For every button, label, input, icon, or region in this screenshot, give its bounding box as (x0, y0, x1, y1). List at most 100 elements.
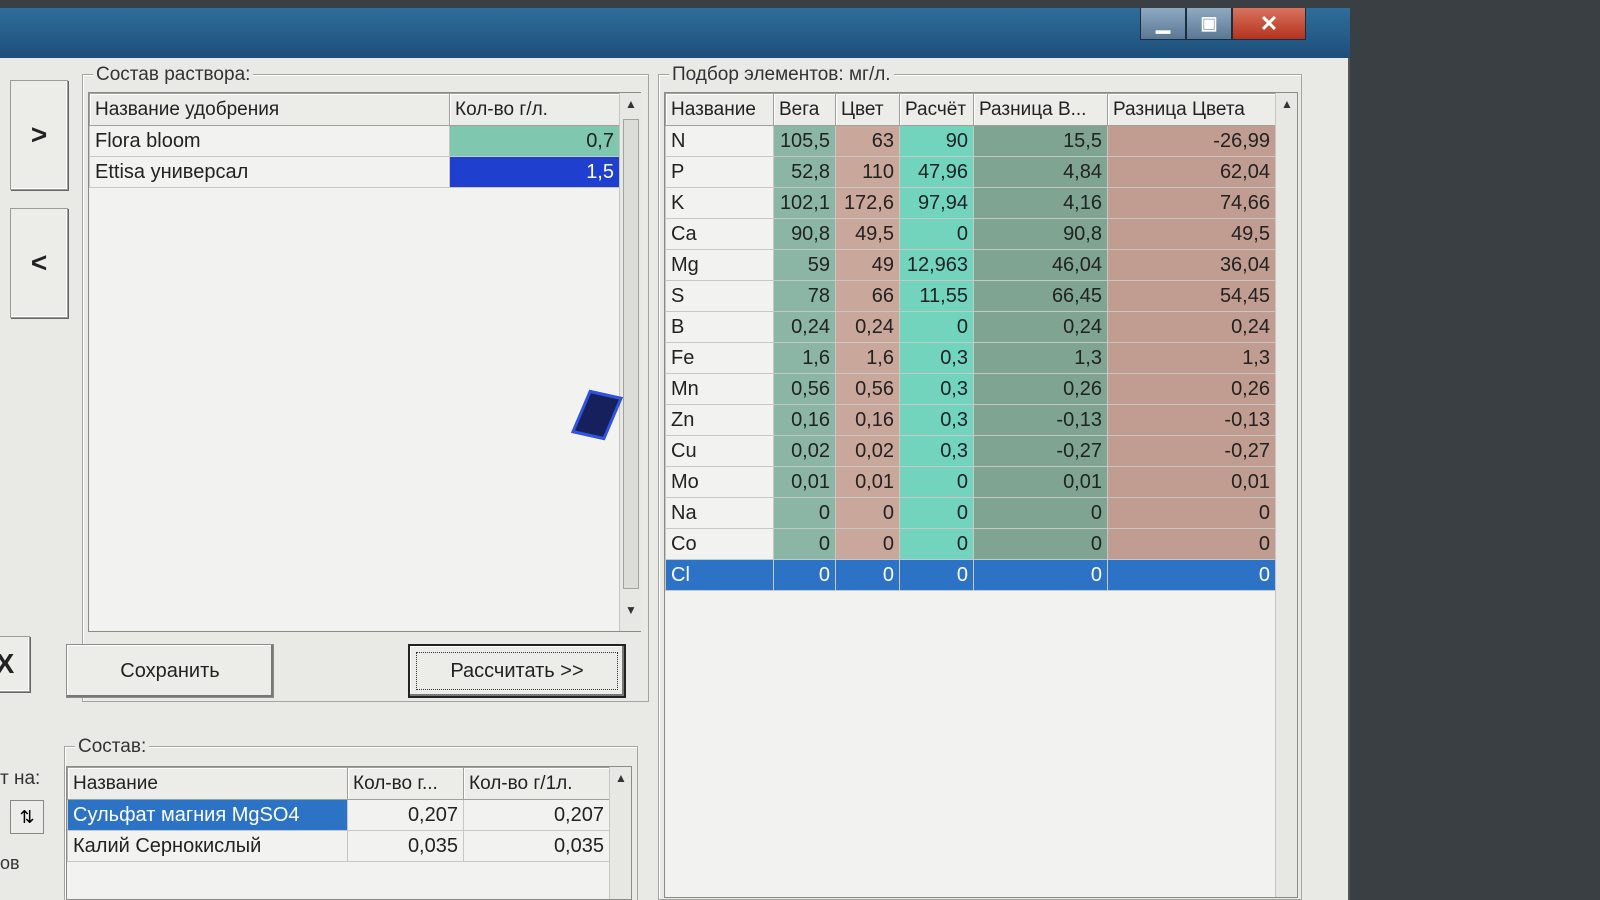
element-name: Ca (665, 218, 774, 250)
vega-value: 0,24 (773, 311, 836, 343)
color-value: 0,02 (835, 435, 900, 467)
table-row[interactable]: Ca 90,8 49,5 0 90,8 49,5 (665, 218, 1276, 250)
vega-value: 90,8 (773, 218, 836, 250)
fertilizer-qty[interactable]: 0,7 (449, 125, 620, 157)
table-row[interactable]: Сульфат магния MgSO4 0,207 0,207 (67, 799, 610, 831)
color-value: 49,5 (835, 218, 900, 250)
cursor-icon (571, 389, 623, 441)
calc-value: 0 (899, 497, 974, 529)
solution-scrollbar[interactable]: ▲ ▼ (619, 93, 641, 631)
diff-color-value: 54,45 (1107, 280, 1276, 312)
composition-table: Название Кол-во г... Кол-во г/1л. Сульфа… (67, 767, 610, 862)
table-row[interactable]: S 78 66 11,55 66,45 54,45 (665, 280, 1276, 312)
maximize-button[interactable]: ▣ (1186, 8, 1232, 40)
fertilizer-name: Ettisa универсал (89, 156, 450, 188)
table-row[interactable]: Mn 0,56 0,56 0,3 0,26 0,26 (665, 373, 1276, 405)
scroll-down-icon[interactable]: ▼ (620, 599, 642, 621)
column-header-diff-v[interactable]: Разница В... (973, 93, 1108, 126)
color-value: 1,6 (835, 342, 900, 374)
diff-color-value: 0 (1107, 559, 1276, 591)
column-header-color[interactable]: Цвет (835, 93, 900, 126)
diff-v-value: 0 (973, 497, 1108, 529)
composition-qty: 0,035 (347, 830, 464, 862)
vega-value: 0,56 (773, 373, 836, 405)
calc-value: 0,3 (899, 342, 974, 374)
table-row[interactable]: Flora bloom 0,7 (89, 125, 620, 157)
add-fertilizer-button[interactable]: > (10, 80, 68, 190)
calc-value: 90 (899, 125, 974, 157)
element-name: P (665, 156, 774, 188)
column-header-diff-color[interactable]: Разница Цвета (1107, 93, 1276, 126)
scroll-up-icon[interactable]: ▲ (610, 767, 632, 789)
color-value: 0,24 (835, 311, 900, 343)
column-header-name[interactable]: Название (67, 767, 348, 800)
scroll-up-icon[interactable]: ▲ (620, 93, 642, 115)
table-row[interactable]: P 52,8 110 47,96 4,84 62,04 (665, 156, 1276, 188)
table-row[interactable]: Zn 0,16 0,16 0,3 -0,13 -0,13 (665, 404, 1276, 436)
column-header-qty[interactable]: Кол-во г/л. (449, 93, 620, 126)
table-row[interactable]: Mg 59 49 12,963 46,04 36,04 (665, 249, 1276, 281)
column-header-qty-g[interactable]: Кол-во г... (347, 767, 464, 800)
vega-value: 0 (773, 528, 836, 560)
delete-button[interactable]: X (0, 636, 30, 692)
title-bar: ▁ ▣ ✕ (0, 8, 1350, 58)
composition-list[interactable]: Название Кол-во г... Кол-во г/1л. Сульфа… (66, 766, 632, 900)
diff-v-value: 15,5 (973, 125, 1108, 157)
solution-legend: Состав раствора: (93, 64, 254, 86)
vega-value: 0,16 (773, 404, 836, 436)
column-header-element[interactable]: Название (665, 93, 774, 126)
composition-qty-1l: 0,207 (463, 799, 610, 831)
fertilizer-qty[interactable]: 1,5 (449, 156, 620, 188)
composition-scrollbar[interactable]: ▲ (609, 767, 631, 899)
table-row[interactable]: Калий Сернокислый 0,035 0,035 (67, 830, 610, 862)
calc-value: 0 (899, 559, 974, 591)
sort-icon[interactable]: ⇅ (10, 800, 44, 834)
column-header-qty-1l[interactable]: Кол-во г/1л. (463, 767, 610, 800)
color-value: 0 (835, 559, 900, 591)
table-row[interactable]: Co 0 0 0 0 0 (665, 528, 1276, 560)
calc-value: 0 (899, 218, 974, 250)
table-row[interactable]: B 0,24 0,24 0 0,24 0,24 (665, 311, 1276, 343)
table-row[interactable]: K 102,1 172,6 97,94 4,16 74,66 (665, 187, 1276, 219)
table-row[interactable]: Fe 1,6 1,6 0,3 1,3 1,3 (665, 342, 1276, 374)
diff-v-value: -0,13 (973, 404, 1108, 436)
diff-v-value: 0 (973, 528, 1108, 560)
close-button[interactable]: ✕ (1232, 8, 1306, 40)
diff-v-value: 0,26 (973, 373, 1108, 405)
elements-list[interactable]: Название Вега Цвет Расчёт Разница В... Р… (664, 92, 1298, 898)
table-row[interactable]: N 105,5 63 90 15,5 -26,99 (665, 125, 1276, 157)
fertilizer-list[interactable]: Название удобрения Кол-во г/л. Flora blo… (88, 92, 641, 632)
element-name: Mo (665, 466, 774, 498)
minimize-button[interactable]: ▁ (1140, 8, 1186, 40)
table-row[interactable]: Cu 0,02 0,02 0,3 -0,27 -0,27 (665, 435, 1276, 467)
table-row[interactable]: Na 0 0 0 0 0 (665, 497, 1276, 529)
diff-color-value: 0,24 (1107, 311, 1276, 343)
diff-v-value: 1,3 (973, 342, 1108, 374)
column-header-calc[interactable]: Расчёт (899, 93, 974, 126)
composition-name: Сульфат магния MgSO4 (67, 799, 348, 831)
calc-value: 47,96 (899, 156, 974, 188)
elements-scrollbar[interactable]: ▲ (1275, 93, 1297, 897)
element-name: Zn (665, 404, 774, 436)
column-header-fertilizer[interactable]: Название удобрения (89, 93, 450, 126)
scroll-up-icon[interactable]: ▲ (1276, 93, 1298, 115)
table-row[interactable]: Ettisa универсал 1,5 (89, 156, 620, 188)
table-row[interactable]: Cl 0 0 0 0 0 (665, 559, 1276, 591)
elements-table: Название Вега Цвет Расчёт Разница В... Р… (665, 93, 1276, 591)
save-button[interactable]: Сохранить (66, 644, 274, 698)
element-name: Cl (665, 559, 774, 591)
remove-fertilizer-button[interactable]: < (10, 208, 68, 318)
composition-qty-1l: 0,035 (463, 830, 610, 862)
diff-color-value: -0,27 (1107, 435, 1276, 467)
element-name: Mn (665, 373, 774, 405)
element-name: N (665, 125, 774, 157)
column-header-vega[interactable]: Вега (773, 93, 836, 126)
calculate-button[interactable]: Рассчитать >> (408, 644, 626, 698)
scroll-thumb[interactable] (623, 119, 639, 589)
color-value: 0 (835, 497, 900, 529)
table-row[interactable]: Mo 0,01 0,01 0 0,01 0,01 (665, 466, 1276, 498)
calc-value: 11,55 (899, 280, 974, 312)
diff-color-value: 49,5 (1107, 218, 1276, 250)
elements-legend: Подбор элементов: мг/л. (669, 64, 894, 86)
diff-color-value: 62,04 (1107, 156, 1276, 188)
